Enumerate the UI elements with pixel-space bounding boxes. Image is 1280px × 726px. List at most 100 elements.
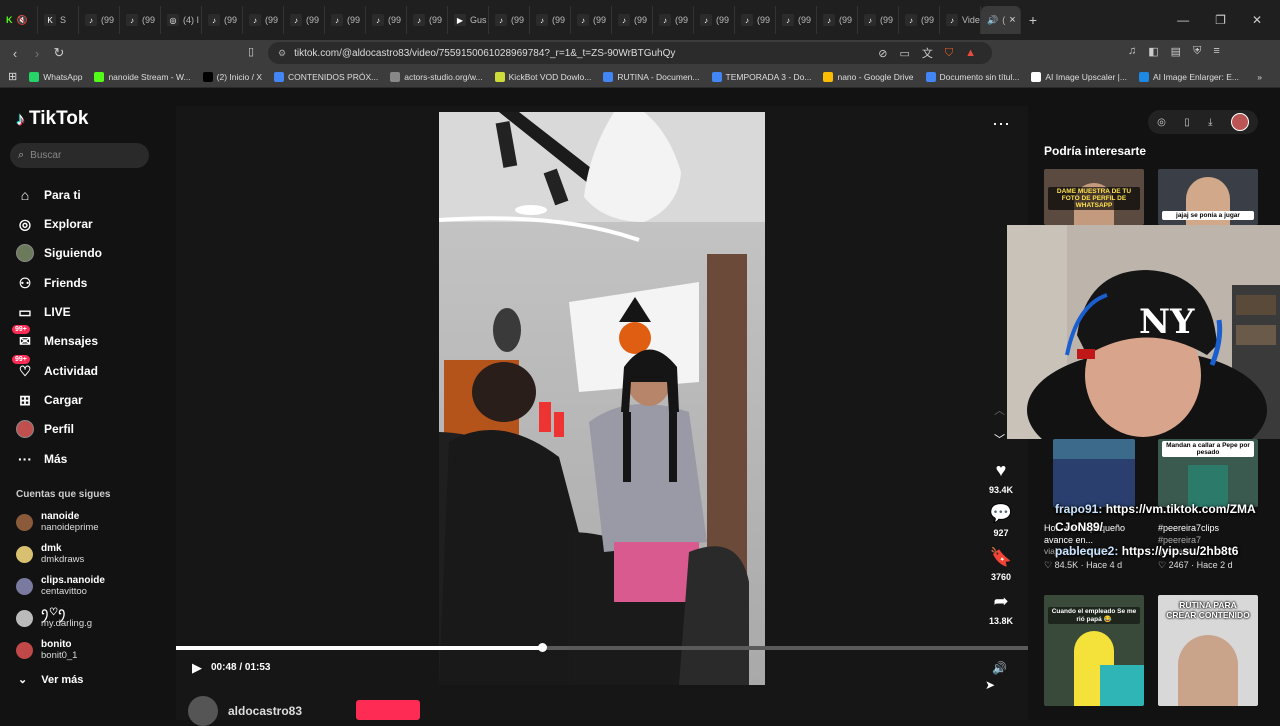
browser-tab[interactable]: ♪ Vide xyxy=(940,6,981,34)
no-script-icon[interactable]: ⊘ xyxy=(878,47,887,60)
next-video-button[interactable]: ﹀ xyxy=(994,431,1005,447)
previous-video-button[interactable]: ︿ xyxy=(994,402,1005,418)
video-frame[interactable] xyxy=(439,112,765,685)
rec-thumb-6[interactable]: RUTINA PARA CREAR CONTENIDO xyxy=(1158,595,1258,706)
nav-item-live[interactable]: ▭ LIVE xyxy=(16,301,70,323)
browser-tab[interactable]: ♪ (99 xyxy=(243,6,284,34)
new-tab-button[interactable]: + xyxy=(1021,12,1045,28)
restore-button[interactable]: ❐ xyxy=(1215,13,1226,27)
nav-item-siguiendo[interactable]: Siguiendo xyxy=(16,242,102,264)
browser-tab[interactable]: ♪ (99 xyxy=(489,6,530,34)
bookmark-item[interactable]: Documento sin títul... xyxy=(925,71,1019,82)
wallet-icon[interactable]: ▤ xyxy=(1171,45,1181,58)
nav-item-friends[interactable]: ⚇ Friends xyxy=(16,272,88,294)
brave-shield-icon[interactable]: ⛉ xyxy=(945,47,953,60)
heart-icon[interactable]: ♥ xyxy=(996,460,1007,481)
compass-icon[interactable]: ◎ xyxy=(1157,117,1166,128)
bookmark-item[interactable]: RUTINA - Documen... xyxy=(603,71,700,82)
comment-action[interactable]: 💬 927 xyxy=(982,503,1020,538)
browser-tab[interactable]: ♪ (99 xyxy=(571,6,612,34)
minimize-button[interactable]: — xyxy=(1177,13,1189,27)
bookmark-item[interactable]: (2) Inicio / X xyxy=(202,71,262,82)
vpn-icon[interactable]: ⛨ xyxy=(1193,45,1201,58)
browser-tab[interactable]: ♪ (99 xyxy=(79,6,120,34)
following-item[interactable]: bonito bonit0_1 xyxy=(16,639,77,661)
sidebar-icon[interactable]: ◧ xyxy=(1148,45,1158,58)
browser-tab[interactable]: ▶ Gus xyxy=(448,6,489,34)
following-item[interactable]: ꪆ♡ꪆ my.darling.g xyxy=(16,607,92,629)
bookmark-item[interactable]: CONTENIDOS PRÓX... xyxy=(274,71,378,82)
play-icon[interactable]: ▶ xyxy=(192,660,202,676)
search-box[interactable]: ⌕ xyxy=(10,143,149,168)
rec-thumb-4[interactable]: Mandan a callar a Pepe por pesado xyxy=(1158,439,1258,507)
search-input[interactable] xyxy=(30,150,131,161)
browser-tab[interactable]: ♪ (99 xyxy=(284,6,325,34)
video-player[interactable]: ⋯ ︿ ﹀ ♥ 93.4K 💬 927 🔖 3760 ➦ 13.8K ▶ 00:48 / 01… xyxy=(176,106,1028,726)
nav-item-explorar[interactable]: ◎ Explorar xyxy=(16,213,93,235)
see-more-button[interactable]: ⌄ Ver más xyxy=(18,673,83,687)
browser-tab[interactable]: KS xyxy=(38,6,79,34)
bookmark-item[interactable]: actors-studio.org/w... xyxy=(390,71,483,82)
translate-icon[interactable]: 文 xyxy=(922,45,933,61)
apps-icon[interactable]: ⊞ xyxy=(8,70,17,83)
browser-tab[interactable]: ♪ (99 xyxy=(120,6,161,34)
media-icon[interactable]: ♫ xyxy=(1128,45,1136,58)
browser-tab[interactable]: ♪ (99 xyxy=(653,6,694,34)
bookmark-item[interactable]: AI Image Upscaler |... xyxy=(1031,71,1127,82)
cast-icon[interactable]: ▭ xyxy=(899,47,909,60)
following-item[interactable]: dmk dmkdraws xyxy=(16,543,84,565)
browser-tab[interactable]: ♪ (99 xyxy=(776,6,817,34)
bookmark-item[interactable]: WhatsApp xyxy=(29,71,82,82)
more-options-icon[interactable]: ⋯ xyxy=(992,114,1011,135)
rec-thumb-5[interactable]: Cuando el empleado Se me rió papá 😂 xyxy=(1044,595,1144,706)
phone-icon[interactable]: ▯ xyxy=(1184,117,1190,128)
forward-button[interactable]: › xyxy=(26,46,48,61)
rewards-icon[interactable]: ▲ xyxy=(965,47,976,59)
nav-item-para-ti[interactable]: ⌂ Para ti xyxy=(16,184,81,206)
share-action[interactable]: ➦ 13.8K xyxy=(982,591,1020,626)
browser-tab[interactable]: ♪ (99 xyxy=(325,6,366,34)
browser-tab[interactable]: ◎ (4) I xyxy=(161,6,202,34)
share-icon[interactable]: ➦ xyxy=(993,591,1008,612)
browser-tab[interactable]: ♪ (99 xyxy=(735,6,776,34)
menu-icon[interactable]: ≡ xyxy=(1213,45,1219,58)
tiktok-logo[interactable]: ♪ TikTok xyxy=(16,108,88,130)
following-item[interactable]: nanoide nanoideprime xyxy=(16,511,99,533)
tab-active[interactable]: 🔊 ( × xyxy=(981,6,1021,34)
bookmark-item[interactable]: nanoide Stream - W... xyxy=(94,71,191,82)
close-icon[interactable]: × xyxy=(1009,14,1015,26)
video-progress-bar[interactable] xyxy=(176,643,1028,652)
bookmark-item[interactable]: nano - Google Drive xyxy=(823,71,914,82)
bookmark-item[interactable]: TEMPORADA 3 - Do... xyxy=(711,71,811,82)
browser-tab[interactable]: ♪ (99 xyxy=(530,6,571,34)
rec-thumb-3[interactable] xyxy=(1053,439,1135,507)
browser-tab[interactable]: ♪ (99 xyxy=(366,6,407,34)
back-button[interactable]: ‹ xyxy=(4,46,26,61)
browser-tab[interactable]: ♪ (99 xyxy=(858,6,899,34)
follow-button[interactable] xyxy=(356,700,420,720)
rec-thumb-1[interactable]: DAME MUESTRA DE TU FOTO DE PERFIL DE WHA… xyxy=(1044,169,1144,225)
heart-action[interactable]: ♥ 93.4K xyxy=(982,460,1020,495)
nav-item-perfil[interactable]: Perfil xyxy=(16,418,74,440)
nav-item-más[interactable]: ··· Más xyxy=(16,448,67,470)
bookmarks-overflow-icon[interactable]: » xyxy=(1257,72,1262,82)
bookmark-icon[interactable]: 🔖 xyxy=(990,547,1012,568)
following-item[interactable]: clips.nanoide centavittoo xyxy=(16,575,105,597)
profile-avatar[interactable] xyxy=(1230,113,1249,131)
author-avatar[interactable] xyxy=(188,696,218,726)
bookmark-item[interactable]: AI Image Enlarger: E... xyxy=(1138,71,1239,82)
url-field[interactable]: ⚙ tiktok.com/@aldocastro83/video/7559150… xyxy=(268,42,992,64)
nav-item-mensajes[interactable]: ✉ 99+ Mensajes xyxy=(12,325,98,352)
bookmark-star-icon[interactable]: ▯ xyxy=(248,45,254,58)
reload-button[interactable]: ↻ xyxy=(48,45,70,61)
browser-tab[interactable]: ♪ (99 xyxy=(899,6,940,34)
browser-tab[interactable]: ♪ (99 xyxy=(202,6,243,34)
author-name[interactable]: aldocastro83 xyxy=(228,704,302,718)
tab-nav-arrows[interactable]: K 🔇 xyxy=(0,6,38,34)
download-icon[interactable]: ⤓ xyxy=(1208,117,1212,128)
browser-tab[interactable]: ♪ (99 xyxy=(694,6,735,34)
nav-item-actividad[interactable]: ♡ 99+ Actividad xyxy=(12,355,98,382)
bookmark-action[interactable]: 🔖 3760 xyxy=(982,547,1020,582)
browser-tab[interactable]: ♪ (99 xyxy=(817,6,858,34)
site-info-icon[interactable]: ⚙ xyxy=(278,48,286,59)
